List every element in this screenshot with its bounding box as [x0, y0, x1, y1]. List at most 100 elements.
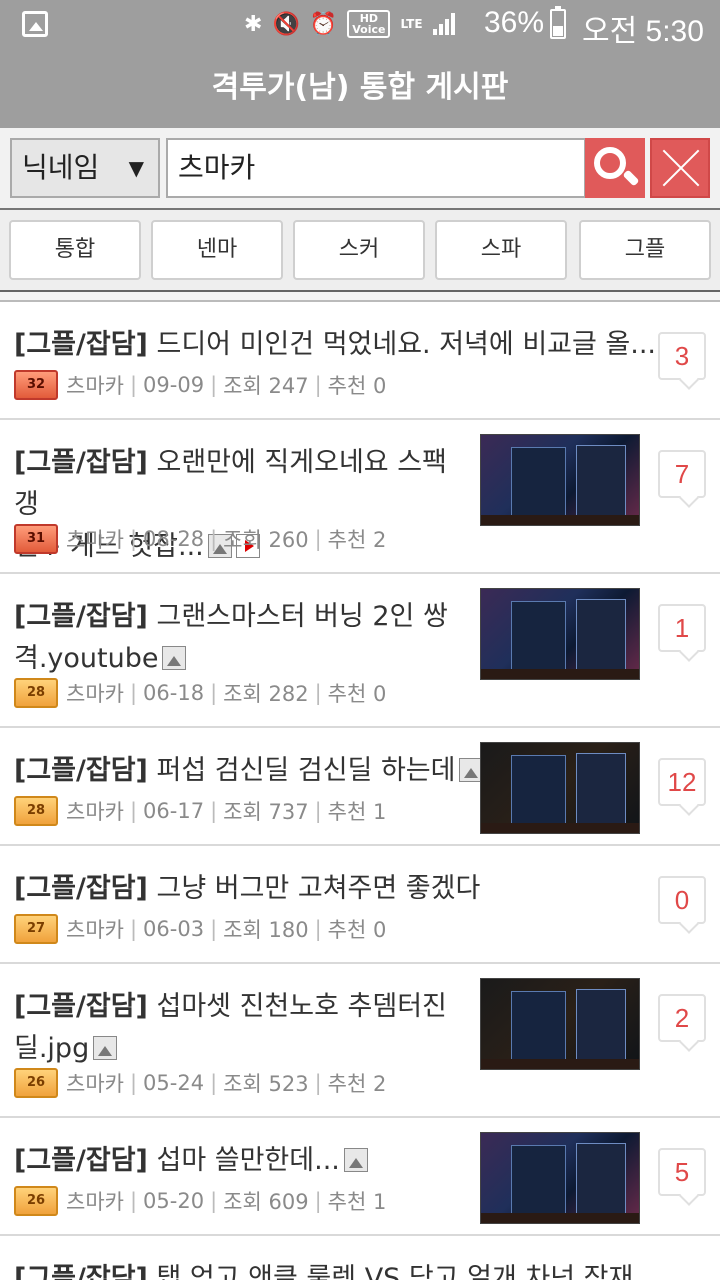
level-badge: 32: [14, 370, 58, 400]
search-button[interactable]: [585, 138, 645, 198]
post-title[interactable]: [그플/잡담] 섭마셋 진천노호 추뎀터진딜.jpg: [14, 986, 464, 1070]
level-badge: 28: [14, 796, 58, 826]
post-thumbnail[interactable]: [480, 978, 640, 1070]
search-field-label: 닉네임: [22, 151, 100, 184]
separator: |: [129, 373, 138, 397]
separator: |: [314, 681, 322, 705]
level-badge: 28: [14, 678, 58, 708]
voice-label: Voice: [352, 23, 386, 36]
post-title[interactable]: [그플/잡담] 퍼섭 검신딜 검신딜 하는데: [14, 750, 484, 792]
list-item[interactable]: [그플/잡담] 섭마셋 진천노호 추뎀터진딜.jpg 26 츠마카 | 05-24…: [0, 964, 720, 1118]
list-item[interactable]: [그플/잡담] 그냥 버그만 고쳐주면 좋겠다 27 츠마카 | 06-03 | 조…: [0, 846, 720, 964]
post-meta: 26 츠마카 | 05-20 | 조회 609 | 추천 1: [14, 1186, 386, 1216]
post-thumbnail[interactable]: [480, 588, 640, 680]
divider: [0, 292, 720, 302]
views: 조회 737: [223, 800, 309, 824]
views: 조회 180: [223, 918, 309, 942]
comment-count[interactable]: 0: [658, 876, 706, 924]
post-title-text: 섭마셋 진천노호 추뎀터진: [147, 991, 447, 1022]
post-meta: 26 츠마카 | 05-24 | 조회 523 | 추천 2: [14, 1068, 386, 1098]
comment-count[interactable]: 2: [658, 994, 706, 1042]
bluetooth-icon: ✱: [244, 11, 263, 37]
recommend: 추천 2: [327, 528, 387, 552]
list-item[interactable]: [그플/잡담] 탭 얻고 앤클 룰렛 VS 닥고 얼개 차넌 작재: [0, 1236, 720, 1280]
recommend: 추천 0: [327, 682, 387, 706]
close-button[interactable]: [650, 138, 710, 198]
views: 조회 260: [223, 528, 309, 552]
separator: |: [129, 917, 138, 941]
filter-tabs: 통합 넨마 스커 스파 그플: [0, 210, 720, 292]
post-title[interactable]: [그플/잡담] 그냥 버그만 고쳐주면 좋겠다: [14, 868, 480, 910]
status-bar: ✱ 🔇 ⏰ HD Voice LTE 36% 오전 5:30: [0, 0, 720, 48]
date: 05-20: [143, 1189, 205, 1213]
tab-nenma[interactable]: 넨마: [151, 220, 283, 280]
comment-count[interactable]: 3: [658, 332, 706, 380]
author: 츠마카: [66, 374, 124, 398]
tab-total[interactable]: 통합: [9, 220, 141, 280]
post-list: [그플/잡담] 드디어 미인건 먹었네요. 저녁에 비교글 올... 32 츠마…: [0, 302, 720, 1280]
thumb-panel: [511, 755, 566, 825]
date: 06-18: [143, 681, 205, 705]
image-icon: [93, 1036, 118, 1060]
post-title-text-2: 딜.jpg: [14, 1033, 90, 1064]
thumb-panel: [576, 599, 626, 671]
separator: |: [210, 373, 218, 397]
post-category: [그플/잡담]: [14, 1145, 148, 1176]
separator: |: [314, 1071, 322, 1095]
separator: |: [129, 681, 138, 705]
thumb-panel: [576, 1143, 626, 1215]
thumb-bar: [481, 1213, 639, 1223]
separator: |: [314, 1189, 322, 1213]
thumb-bar: [481, 669, 639, 679]
list-item[interactable]: [그플/잡담] 섭마 쓸만한데... 26 츠마카 | 05-20 | 조회 609…: [0, 1118, 720, 1236]
date: 06-03: [143, 917, 205, 941]
level-badge: 26: [14, 1068, 58, 1098]
comment-count[interactable]: 1: [658, 604, 706, 652]
thumb-panel: [576, 753, 626, 825]
post-title[interactable]: [그플/잡담] 탭 얻고 앤클 룰렛 VS 닥고 얼개 차넌 작재: [14, 1258, 633, 1280]
post-thumbnail[interactable]: [480, 434, 640, 526]
list-item[interactable]: [그플/잡담] 퍼섭 검신딜 검신딜 하는데 28 츠마카 | 06-17 | 조회…: [0, 728, 720, 846]
search-field-select[interactable]: 닉네임 ▼: [10, 138, 160, 198]
list-item[interactable]: [그플/잡담] 오랜만에 직게오네요 스팩갱 신+ 게느 헛잡... 31 츠마카…: [0, 420, 720, 574]
search-icon-handle: [622, 169, 640, 187]
views: 조회 609: [223, 1190, 309, 1214]
post-thumbnail[interactable]: [480, 742, 640, 834]
post-meta: 28 츠마카 | 06-17 | 조회 737 | 추천 1: [14, 796, 386, 826]
tab-skeo[interactable]: 스커: [293, 220, 425, 280]
comment-count[interactable]: 7: [658, 450, 706, 498]
list-item[interactable]: [그플/잡담] 그랜스마스터 버닝 2인 쌍 격.youtube 28 츠마카 | …: [0, 574, 720, 728]
image-icon: [343, 1148, 368, 1172]
author: 츠마카: [66, 528, 124, 552]
search-icon: [594, 147, 626, 179]
author: 츠마카: [66, 682, 124, 706]
thumb-panel: [511, 991, 566, 1061]
post-title-text: 그랜스마스터 버닝 2인 쌍: [147, 601, 448, 632]
tab-spa[interactable]: 스파: [435, 220, 567, 280]
mute-icon: 🔇: [272, 11, 300, 37]
list-item[interactable]: [그플/잡담] 드디어 미인건 먹었네요. 저녁에 비교글 올... 32 츠마…: [0, 302, 720, 420]
separator: |: [129, 527, 138, 551]
post-thumbnail[interactable]: [480, 1132, 640, 1224]
level-badge: 26: [14, 1186, 58, 1216]
thumb-panel: [511, 1145, 566, 1215]
signal-icon: [432, 13, 455, 35]
separator: |: [210, 527, 218, 551]
post-category: [그플/잡담]: [14, 991, 148, 1022]
comment-count[interactable]: 5: [658, 1148, 706, 1196]
battery-percent: 36%: [484, 6, 545, 39]
post-meta: 27 츠마카 | 06-03 | 조회 180 | 추천 0: [14, 914, 386, 944]
post-title[interactable]: [그플/잡담] 섭마 쓸만한데...: [14, 1140, 368, 1182]
clock: 오전 5:30: [582, 15, 704, 48]
comment-count[interactable]: 12: [658, 758, 706, 806]
tab-grappler[interactable]: 그플: [579, 220, 711, 280]
search-input[interactable]: 츠마카: [166, 138, 586, 198]
post-title[interactable]: [그플/잡담] 드디어 미인건 먹었네요. 저녁에 비교글 올...: [14, 324, 656, 366]
separator: |: [210, 799, 218, 823]
level-badge: 27: [14, 914, 58, 944]
recommend: 추천 1: [327, 800, 387, 824]
author: 츠마카: [66, 1190, 124, 1214]
separator: |: [210, 681, 218, 705]
post-title[interactable]: [그플/잡담] 그랜스마스터 버닝 2인 쌍 격.youtube: [14, 596, 464, 680]
chevron-down-icon: ▼: [128, 156, 144, 180]
